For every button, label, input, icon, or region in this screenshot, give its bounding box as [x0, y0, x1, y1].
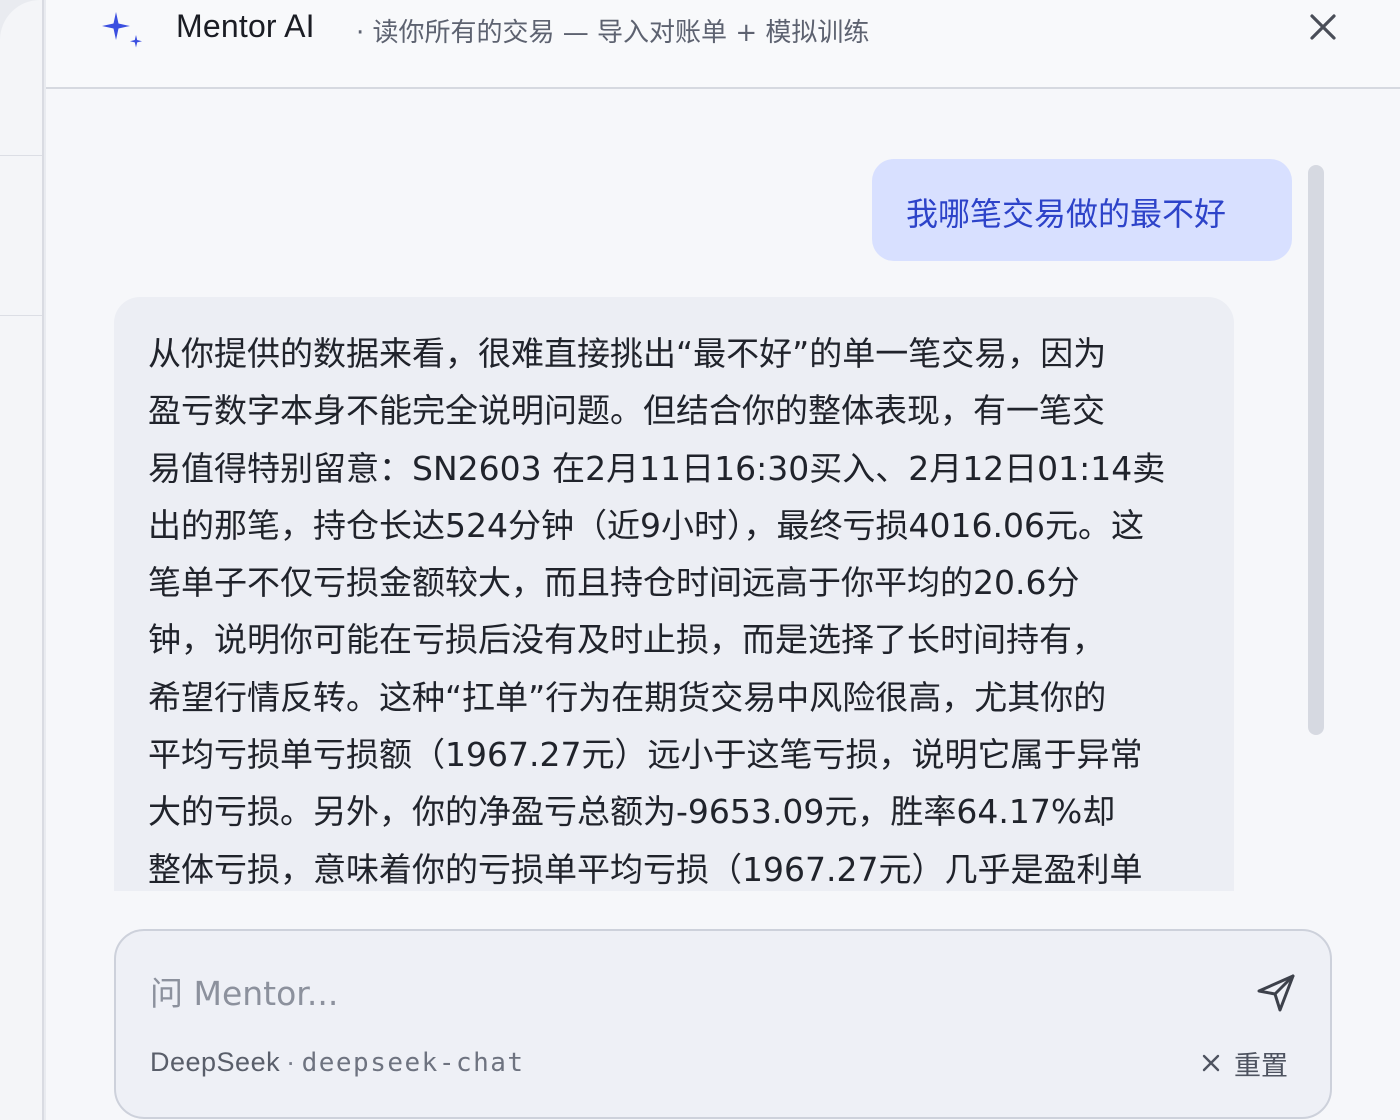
divider	[0, 155, 42, 156]
sparkle-icon	[102, 12, 142, 48]
mentor-ai-panel: Mentor AI · 读你所有的交易 — 导入对账单 + 模拟训练 我哪笔交易…	[46, 0, 1400, 1120]
message-line: 笔单子不仅亏损金额较大，而且持仓时间远高于你平均的20.6分	[148, 563, 1080, 603]
message-line: 易值得特别留意：SN2603 在2月11日16:30买入、2月12日01:14卖	[148, 448, 1166, 488]
model-name: deepseek-chat	[301, 1048, 525, 1078]
reset-label: 重置	[1234, 1050, 1288, 1082]
model-provider: DeepSeek	[150, 1047, 281, 1077]
message-composer: DeepSeek·deepseek-chat 重置	[114, 929, 1332, 1119]
send-icon[interactable]	[1254, 971, 1298, 1015]
close-icon[interactable]	[1304, 8, 1342, 46]
chat-thread[interactable]: 我哪笔交易做的最不好 从你提供的数据来看，很难直接挑出“最不好”的单一笔交易，因…	[46, 91, 1400, 891]
model-separator: ·	[286, 1047, 296, 1077]
panel-header: Mentor AI · 读你所有的交易 — 导入对账单 + 模拟训练	[46, 0, 1400, 89]
message-input[interactable]	[150, 969, 1190, 1017]
close-icon	[1202, 1054, 1220, 1072]
user-message: 我哪笔交易做的最不好	[872, 159, 1292, 261]
assistant-message: 从你提供的数据来看，很难直接挑出“最不好”的单一笔交易，因为 盈亏数字本身不能完…	[114, 297, 1234, 891]
reset-button[interactable]: 重置	[1200, 1045, 1288, 1082]
message-line: 钟，说明你可能在亏损后没有及时止损，而是选择了长时间持有，	[148, 620, 1105, 660]
chat-scrollbar[interactable]	[1308, 165, 1324, 735]
message-line: 大的亏损。另外，你的净盈亏总额为-9653.09元，胜率64.17%却	[148, 792, 1116, 832]
divider	[0, 315, 42, 316]
app-title: Mentor AI	[176, 8, 315, 44]
message-line: 平均亏损单亏损额（1967.27元）远小于这笔亏损，说明它属于异常	[148, 735, 1143, 775]
background-app-sidebar	[0, 0, 44, 1120]
message-line: 出的那笔，持仓长达524分钟（近9小时），最终亏损4016.06元。这	[148, 505, 1144, 545]
message-line: 盈亏数字本身不能完全说明问题。但结合你的整体表现，有一笔交	[148, 391, 1105, 431]
app-subtitle: · 读你所有的交易 — 导入对账单 + 模拟训练	[356, 18, 870, 48]
message-line: 希望行情反转。这种“扛单”行为在期货交易中风险很高，尤其你的	[148, 677, 1107, 717]
message-line: 整体亏损，意味着你的亏损单平均亏损（1967.27元）几乎是盈利单	[148, 849, 1143, 889]
model-indicator: DeepSeek · deepseek-chat	[150, 1047, 525, 1078]
message-line: 从你提供的数据来看，很难直接挑出“最不好”的单一笔交易，因为	[148, 334, 1107, 373]
